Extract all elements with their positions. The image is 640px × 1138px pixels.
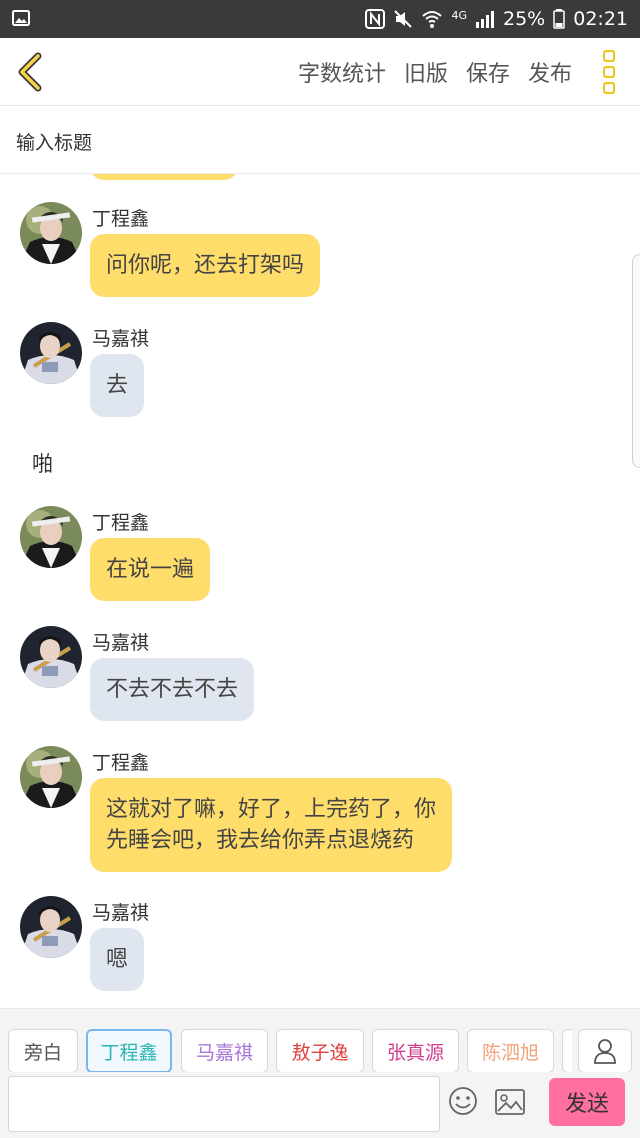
more-menu-button[interactable] [600,50,618,94]
status-bar: 4G 25% 02:21 [0,0,640,38]
title-input[interactable]: 输入标题 [0,106,640,174]
message-bubble[interactable]: 去 [90,354,145,417]
character-chip-chensixu[interactable]: 陈泗旭 [467,1029,554,1073]
message-line: 先睡会吧，我去给你弄点退烧药 [106,828,415,853]
character-label: 敖子逸 [291,1041,349,1064]
sender-name: 丁程鑫 [92,208,150,230]
sender-name: 马嘉祺 [92,632,150,654]
message-bubble[interactable]: 这就对了嘛，好了，上完药了，你 先睡会吧，我去给你弄点退烧药 [90,778,453,872]
title-placeholder: 输入标题 [16,132,93,154]
scrollbar-handle[interactable] [632,254,640,468]
clock: 02:21 [573,8,628,30]
character-chip-majiaqi[interactable]: 马嘉祺 [181,1029,268,1073]
battery-icon [553,9,565,29]
character-chip-aoziyi[interactable]: 敖子逸 [276,1029,364,1073]
user-icon [594,1039,616,1064]
character-chip-zhangzhenyuan[interactable]: 张真源 [372,1029,459,1073]
message-input[interactable] [8,1076,440,1132]
character-chip-narrator[interactable]: 旁白 [8,1029,78,1073]
avatar-dingchengxin[interactable] [20,202,82,264]
image-button[interactable] [494,1088,526,1116]
character-chip-partial[interactable] [562,1029,572,1073]
editor-toolbar: 字数统计 旧版 保存 发布 [0,38,640,106]
character-label: 丁程鑫 [100,1041,158,1064]
publish-button[interactable]: 发布 [528,56,572,88]
emoji-button[interactable] [448,1086,478,1116]
avatar-majiaqi[interactable] [20,322,82,384]
more-dot-icon [603,82,615,94]
word-count-button[interactable]: 字数统计 [298,56,386,88]
character-label: 旁白 [23,1041,62,1064]
wifi-icon [422,11,443,28]
character-label: 马嘉祺 [195,1041,253,1064]
chevron-left-icon [18,52,42,92]
message-bubble[interactable]: 不去不去不去 [90,658,255,721]
battery-percent: 25% [503,8,546,30]
more-dot-icon [603,50,615,62]
send-button[interactable]: 发送 [549,1078,625,1126]
nfc-icon [365,9,386,29]
character-chip-dingchengxin[interactable]: 丁程鑫 [86,1029,172,1073]
more-dot-icon [603,66,615,78]
add-character-button[interactable] [578,1029,632,1073]
sender-name: 丁程鑫 [92,752,150,774]
message-bubble[interactable]: 嗯 [90,928,145,991]
message-bubble-partial [90,174,238,180]
message-bubble[interactable]: 在说一遍 [90,538,211,601]
image-icon [495,1089,525,1115]
signal-icon [476,11,494,28]
gallery-icon [12,10,30,26]
message-input-bar: 发送 [0,1072,640,1138]
sender-name: 马嘉祺 [92,328,150,350]
smiley-icon [449,1087,477,1115]
character-label: 张真源 [386,1041,444,1064]
header-actions: 字数统计 旧版 保存 发布 [298,38,572,106]
character-label: 陈泗旭 [481,1041,539,1064]
avatar-dingchengxin[interactable] [20,506,82,568]
avatar-dingchengxin[interactable] [20,746,82,808]
avatar-majiaqi[interactable] [20,896,82,958]
sender-name: 丁程鑫 [92,512,150,534]
back-button[interactable] [12,50,48,94]
message-bubble[interactable]: 问你呢，还去打架吗 [90,234,321,297]
chat-area[interactable]: 丁程鑫 问你呢，还去打架吗 马嘉祺 去 啪 丁程鑫 在说一遍 马嘉祺 不去不去不… [0,174,640,1008]
message-line: 这就对了嘛，好了，上完药了，你 [106,797,437,822]
avatar-majiaqi[interactable] [20,626,82,688]
narration-text[interactable]: 啪 [32,448,53,478]
network-type: 4G [451,8,467,22]
old-version-button[interactable]: 旧版 [404,56,448,88]
sender-name: 马嘉祺 [92,902,150,924]
mute-icon [394,10,413,28]
save-button[interactable]: 保存 [466,56,510,88]
